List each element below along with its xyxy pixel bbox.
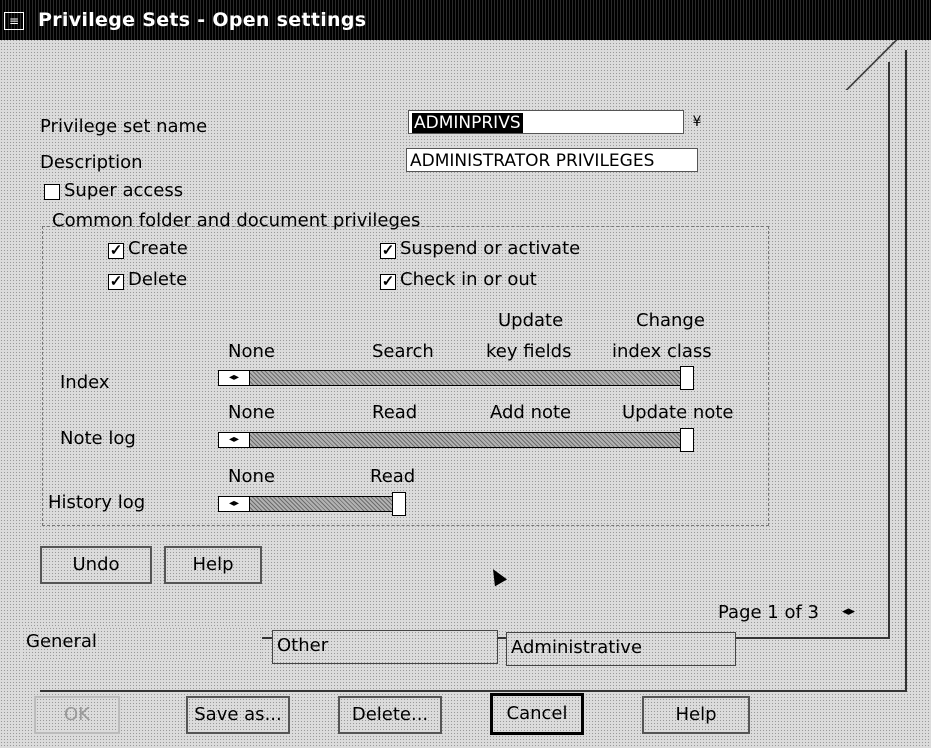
- note-log-stop-update-note: Update note: [622, 402, 734, 423]
- check-in-or-out-label: Check in or out: [400, 269, 537, 290]
- common-privileges-label: Common folder and document privileges: [52, 210, 421, 231]
- cancel-button[interactable]: Cancel: [490, 693, 584, 735]
- create-checkbox[interactable]: ✓: [108, 243, 124, 259]
- suspend-or-activate-checkbox[interactable]: ✓: [380, 243, 396, 259]
- title-bar[interactable]: ≡ Privilege Sets - Open settings: [0, 0, 931, 40]
- tab-administrative[interactable]: Administrative: [506, 632, 736, 666]
- system-menu-icon[interactable]: ≡: [4, 12, 24, 30]
- history-log-label: History log: [48, 492, 146, 513]
- save-as-button[interactable]: Save as...: [186, 696, 290, 734]
- page-help-button[interactable]: Help: [164, 546, 262, 584]
- description-field[interactable]: ADMINISTRATOR PRIVILEGES: [406, 148, 698, 172]
- page-indicator: Page 1 of 3: [718, 602, 819, 623]
- undo-button[interactable]: Undo: [40, 546, 152, 584]
- tab-other[interactable]: Other: [272, 630, 498, 664]
- delete-label: Delete: [128, 269, 188, 290]
- settings-window: ≡ Privilege Sets - Open settings Privile…: [0, 0, 931, 748]
- window-title: Privilege Sets - Open settings: [38, 9, 367, 31]
- index-stop-change-line2: index class: [612, 341, 712, 362]
- index-label: Index: [60, 372, 110, 393]
- check-in-or-out-checkbox[interactable]: ✓: [380, 274, 396, 290]
- note-log-stop-add-note: Add note: [490, 402, 572, 423]
- privilege-set-name-value: ADMINPRIVS: [412, 113, 523, 133]
- note-log-slider-arrows-icon[interactable]: ◂▸: [219, 433, 250, 447]
- delete-button[interactable]: Delete...: [338, 696, 442, 734]
- note-log-slider[interactable]: ◂▸: [218, 432, 688, 448]
- index-stop-change-line1: Change: [636, 310, 705, 331]
- delete-checkbox[interactable]: ✓: [108, 274, 124, 290]
- super-access-checkbox[interactable]: [44, 184, 60, 200]
- ok-button[interactable]: OK: [34, 696, 120, 734]
- index-stop-update-line1: Update: [498, 310, 564, 331]
- index-slider[interactable]: ◂▸: [218, 370, 688, 386]
- suspend-or-activate-label: Suspend or activate: [400, 238, 581, 259]
- history-log-stop-none: None: [228, 466, 275, 487]
- dropdown-arrow-icon[interactable]: ¥: [686, 110, 708, 134]
- history-log-stop-read: Read: [370, 466, 416, 487]
- index-stop-none: None: [228, 341, 275, 362]
- index-stop-update-line2: key fields: [486, 341, 572, 362]
- privilege-set-name-label: Privilege set name: [40, 116, 208, 137]
- history-log-slider-arrows-icon[interactable]: ◂▸: [219, 497, 250, 511]
- tab-general[interactable]: General: [22, 627, 262, 661]
- index-slider-thumb[interactable]: [680, 366, 694, 390]
- history-log-slider-thumb[interactable]: [392, 492, 406, 516]
- index-stop-search: Search: [372, 341, 434, 362]
- history-log-slider[interactable]: ◂▸: [218, 496, 400, 512]
- index-slider-arrows-icon[interactable]: ◂▸: [219, 371, 250, 385]
- footer-help-button[interactable]: Help: [642, 696, 750, 734]
- page-arrows-icon[interactable]: ◂▸: [842, 604, 855, 619]
- note-log-stop-none: None: [228, 402, 275, 423]
- note-log-label: Note log: [60, 428, 136, 449]
- super-access-label: Super access: [64, 180, 184, 201]
- description-label: Description: [40, 152, 143, 173]
- note-log-stop-read: Read: [372, 402, 418, 423]
- create-label: Create: [128, 238, 188, 259]
- note-log-slider-thumb[interactable]: [680, 428, 694, 452]
- privilege-set-name-combobox[interactable]: ADMINPRIVS: [408, 110, 684, 134]
